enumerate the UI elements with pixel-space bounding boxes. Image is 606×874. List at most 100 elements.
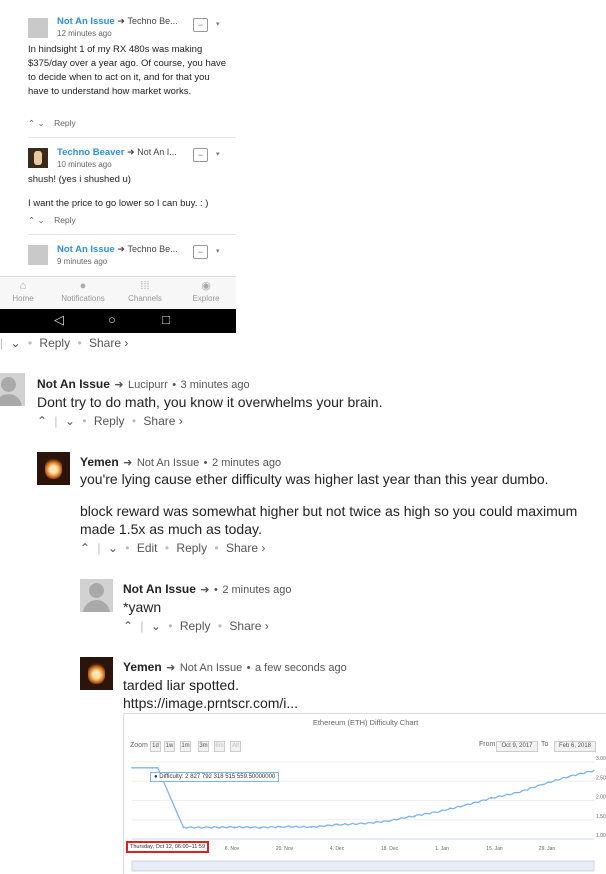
data-point: [156, 766, 159, 769]
commenter-name[interactable]: Not An Issue: [123, 582, 196, 596]
data-point: [208, 826, 210, 829]
share-button[interactable]: Share ›: [143, 414, 182, 428]
home-circle-icon[interactable]: ○: [108, 312, 116, 327]
nav-channels[interactable]: ⁞⁞⁞ Channels: [116, 280, 174, 304]
avatar[interactable]: [80, 657, 113, 690]
nav-home[interactable]: ⌂ Home: [0, 280, 52, 304]
reply-to-name[interactable]: Techno Be...: [128, 244, 178, 254]
channels-icon: ⁞⁞⁞: [140, 280, 150, 292]
collapse-button[interactable]: −: [193, 18, 208, 32]
recents-icon[interactable]: □: [162, 312, 170, 327]
comment-link[interactable]: https://image.prntscr.com/i...: [123, 694, 298, 712]
reply-to-arrow-icon: ➜: [117, 16, 125, 26]
data-point: [131, 766, 133, 769]
home-icon: ⌂: [19, 280, 27, 292]
data-point: [285, 825, 287, 828]
data-point: [490, 797, 493, 799]
y-tick-label: 1.500T: [596, 814, 606, 820]
chevron-down-icon[interactable]: ▾: [216, 150, 220, 158]
reply-to-arrow-icon: ➜: [166, 662, 176, 674]
reply-button[interactable]: Reply: [39, 336, 70, 350]
comment-time[interactable]: 2 minutes ago: [222, 584, 291, 596]
avatar[interactable]: [0, 373, 25, 406]
x-tick-label: 4. Dec: [330, 846, 345, 852]
comment-header: Yemen ➜ Not An Issue • a few seconds ago: [123, 660, 347, 674]
chart-navigator[interactable]: [131, 860, 595, 872]
commenter-name[interactable]: Yemen: [80, 455, 119, 469]
reply-button[interactable]: Reply: [54, 118, 76, 128]
back-icon[interactable]: ◁: [54, 312, 64, 328]
reply-to-arrow-icon: ➜: [123, 457, 133, 469]
comment-actions: ⌃ | ⌄ • Reply • Share ›: [123, 619, 269, 633]
embedded-chart-image[interactable]: Ethereum (ETH) Difficulty Chart Zoom 1d …: [123, 713, 606, 874]
data-point: [336, 823, 339, 826]
upvote-icon[interactable]: ⌃: [123, 619, 133, 633]
data-point: [516, 792, 518, 794]
phone-screenshot: Not An Issue ➜ Techno Be... 12 minutes a…: [0, 0, 236, 333]
reply-to-arrow-icon: ➜: [127, 147, 135, 157]
commenter-name[interactable]: Not An Issue: [57, 16, 115, 27]
comment-text: you're lying cause ether difficulty was …: [80, 471, 549, 487]
comment-time[interactable]: 3 minutes ago: [181, 379, 250, 391]
chevron-down-icon[interactable]: ▾: [216, 247, 220, 255]
upvote-icon[interactable]: ⌃: [80, 541, 90, 555]
nav-label: Explore: [192, 294, 220, 303]
data-point: [387, 820, 390, 822]
avatar[interactable]: [37, 452, 70, 485]
nav-notifications[interactable]: ● Notifications: [54, 281, 112, 304]
reply-to-name[interactable]: Not An I...: [137, 147, 177, 157]
reply-to-arrow-icon: ➜: [114, 379, 124, 391]
chevron-down-icon[interactable]: ▾: [216, 20, 220, 28]
commenter-name[interactable]: Yemen: [123, 660, 162, 674]
share-button[interactable]: Share ›: [89, 336, 128, 350]
avatar[interactable]: [80, 579, 113, 612]
data-point: [233, 826, 236, 828]
divider: [28, 234, 236, 235]
comment-actions: ⌃ | ⌄ • Reply • Share ›: [37, 414, 183, 428]
commenter-name[interactable]: Techno Beaver: [57, 147, 124, 158]
share-button[interactable]: Share ›: [229, 619, 268, 633]
upvote-icon[interactable]: ⌃: [37, 414, 47, 428]
x-tick-label: 18. Dec: [381, 846, 399, 852]
x-tick-label: 15. Jan: [486, 846, 503, 852]
y-tick-label: 1.000T: [596, 833, 606, 839]
reply-button[interactable]: Reply: [54, 215, 76, 225]
nav-label: Notifications: [61, 294, 105, 303]
comment-time[interactable]: a few seconds ago: [255, 662, 347, 674]
vote-icon[interactable]: ⌃ ⌄: [28, 215, 45, 225]
chart-tooltip: ● Difficulty: 2 827 792 318 515 559.5000…: [150, 772, 280, 782]
comment-text: block reward was somewhat higher but not…: [80, 503, 578, 537]
chevron-down-icon[interactable]: ⌄: [10, 336, 20, 350]
comment-text: tarded liar spotted.: [123, 677, 239, 693]
reply-button[interactable]: Reply: [176, 541, 207, 555]
data-point: [439, 810, 441, 813]
commenter-name[interactable]: Not An Issue: [57, 244, 115, 255]
comment-text: Dont try to do math, you know it overwhe…: [37, 394, 383, 410]
reply-to-name[interactable]: Techno Be...: [128, 16, 178, 26]
edit-button[interactable]: Edit: [137, 541, 158, 555]
reply-to-arrow-icon: ➜: [200, 584, 210, 596]
data-point: [413, 815, 416, 817]
commenter-name[interactable]: Not An Issue: [37, 377, 110, 391]
reply-to-name[interactable]: Not An Issue: [180, 662, 242, 674]
divider: [28, 137, 236, 138]
reply-button[interactable]: Reply: [94, 414, 125, 428]
reply-to-name[interactable]: Lucipurr: [128, 379, 168, 391]
comment-actions: ⌃ ⌄ Reply: [28, 215, 76, 226]
vote-icon[interactable]: ⌃ ⌄: [28, 118, 45, 128]
reply-button[interactable]: Reply: [180, 619, 211, 633]
collapse-button[interactable]: −: [193, 245, 208, 259]
downvote-icon[interactable]: ⌄: [151, 619, 161, 633]
nav-explore[interactable]: ◉ Explore: [177, 281, 235, 304]
y-tick-label: 3.000T: [596, 756, 606, 762]
comment-time: 9 minutes ago: [57, 257, 108, 266]
downvote-icon[interactable]: ⌄: [65, 414, 75, 428]
data-point: [464, 804, 467, 806]
downvote-icon[interactable]: ⌄: [108, 541, 118, 555]
nav-label: Channels: [128, 294, 162, 303]
avatar: [28, 148, 48, 168]
reply-to-name[interactable]: Not An Issue: [137, 457, 199, 469]
collapse-button[interactable]: −: [193, 148, 208, 162]
comment-time[interactable]: 2 minutes ago: [212, 457, 281, 469]
share-button[interactable]: Share ›: [226, 541, 265, 555]
